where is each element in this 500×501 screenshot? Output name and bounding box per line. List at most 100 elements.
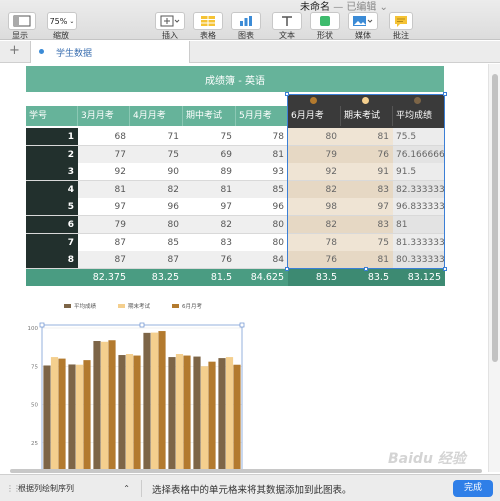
- table-cell[interactable]: 90: [130, 163, 183, 182]
- column-header[interactable]: 期末考试: [341, 106, 393, 126]
- selection-handle[interactable]: [285, 267, 289, 271]
- selection-handle[interactable]: [364, 267, 368, 271]
- bar[interactable]: [225, 357, 234, 472]
- table-cell[interactable]: 91: [341, 163, 393, 182]
- table-cell[interactable]: 4: [26, 180, 78, 199]
- table-cell[interactable]: 83: [341, 180, 393, 199]
- footer-cell[interactable]: 83.25: [130, 269, 183, 286]
- table-cell[interactable]: 81: [393, 216, 445, 234]
- chart-button[interactable]: [231, 12, 261, 30]
- table-cell[interactable]: 78: [288, 233, 341, 252]
- table-button[interactable]: [193, 12, 223, 30]
- table-cell[interactable]: 76.1666666: [393, 145, 445, 164]
- bar[interactable]: [218, 358, 226, 472]
- table-cell[interactable]: 97: [341, 198, 393, 217]
- table-cell[interactable]: 82: [130, 180, 183, 199]
- bar-chart[interactable]: 平均成绩期末考试6月月考025507510012345678: [0, 294, 488, 472]
- bar[interactable]: [175, 354, 184, 472]
- column-header[interactable]: 学号: [26, 106, 78, 126]
- column-header[interactable]: 期中考试: [183, 106, 236, 126]
- column-header[interactable]: 5月月考: [236, 106, 288, 126]
- bar[interactable]: [133, 355, 141, 472]
- chart-resize-handle[interactable]: [239, 322, 245, 328]
- table-cell[interactable]: 75: [341, 233, 393, 252]
- column-handle-icon[interactable]: [414, 97, 421, 104]
- bar[interactable]: [143, 332, 151, 472]
- table-cell[interactable]: 80.3333333: [393, 251, 445, 270]
- bar[interactable]: [183, 355, 191, 472]
- table-cell[interactable]: 92: [288, 163, 341, 182]
- table-cell[interactable]: 78: [236, 128, 288, 146]
- table-cell[interactable]: 87: [78, 233, 130, 252]
- table-cell[interactable]: 76: [288, 251, 341, 270]
- bar[interactable]: [193, 356, 201, 472]
- table-cell[interactable]: 89: [183, 163, 236, 182]
- bar[interactable]: [50, 357, 59, 472]
- media-button[interactable]: [348, 12, 378, 30]
- table-cell[interactable]: 82: [288, 180, 341, 199]
- table-cell[interactable]: 80: [236, 233, 288, 252]
- column-handle-icon[interactable]: [310, 97, 317, 104]
- table-cell[interactable]: 77: [78, 145, 130, 164]
- table-cell[interactable]: 87: [130, 251, 183, 270]
- footer-cell[interactable]: 81.5: [183, 269, 236, 286]
- bar[interactable]: [168, 357, 176, 472]
- add-sheet-button[interactable]: +: [9, 44, 20, 58]
- view-button[interactable]: [8, 12, 36, 30]
- bar[interactable]: [208, 361, 216, 472]
- bar[interactable]: [125, 354, 134, 472]
- table-cell[interactable]: 71: [130, 128, 183, 146]
- table-cell[interactable]: 82: [183, 216, 236, 234]
- column-header[interactable]: 平均成绩: [393, 106, 445, 126]
- text-button[interactable]: [272, 12, 302, 30]
- table-cell[interactable]: 96: [130, 198, 183, 217]
- table-cell[interactable]: 3: [26, 163, 78, 182]
- table-cell[interactable]: 69: [183, 145, 236, 164]
- chart-resize-handle[interactable]: [39, 322, 45, 328]
- footer-cell[interactable]: 83.5: [341, 269, 393, 286]
- footer-cell[interactable]: 82.375: [78, 269, 130, 286]
- bar[interactable]: [83, 360, 91, 472]
- selection-handle[interactable]: [443, 267, 447, 271]
- column-header[interactable]: 4月月考: [130, 106, 183, 126]
- table-cell[interactable]: 87: [78, 251, 130, 270]
- bar[interactable]: [100, 341, 109, 472]
- table-cell[interactable]: 75: [130, 145, 183, 164]
- shape-button[interactable]: [310, 12, 340, 30]
- column-handle-icon[interactable]: [362, 97, 369, 104]
- table-cell[interactable]: 6: [26, 216, 78, 234]
- table-cell[interactable]: 96: [236, 198, 288, 217]
- footer-cell[interactable]: 83.125: [393, 269, 445, 286]
- column-header[interactable]: 6月月考: [288, 106, 341, 126]
- table-cell[interactable]: 68: [78, 128, 130, 146]
- table-cell[interactable]: 84: [236, 251, 288, 270]
- bar[interactable]: [68, 364, 76, 472]
- table-title[interactable]: 成绩簿 - 英语: [26, 66, 444, 92]
- table-cell[interactable]: 2: [26, 145, 78, 164]
- bar[interactable]: [150, 332, 159, 472]
- bar[interactable]: [200, 366, 209, 472]
- horizontal-scrollbar-thumb[interactable]: [10, 469, 482, 473]
- table-cell[interactable]: 82.3333333: [393, 180, 445, 199]
- table-cell[interactable]: 79: [288, 145, 341, 164]
- tab-student-data[interactable]: 学生数据: [30, 41, 190, 63]
- table-cell[interactable]: 80: [288, 128, 341, 146]
- table-cell[interactable]: 85: [236, 180, 288, 199]
- bar[interactable]: [93, 341, 101, 472]
- table-cell[interactable]: 81: [236, 145, 288, 164]
- table-cell[interactable]: 83: [341, 216, 393, 234]
- table-cell[interactable]: 82: [288, 216, 341, 234]
- table-cell[interactable]: 80: [130, 216, 183, 234]
- table-cell[interactable]: 85: [130, 233, 183, 252]
- table-cell[interactable]: 7: [26, 233, 78, 252]
- footer-cell[interactable]: 83.5: [288, 269, 341, 286]
- table-cell[interactable]: 76: [183, 251, 236, 270]
- table-cell[interactable]: 96.8333333: [393, 198, 445, 217]
- table-cell[interactable]: 97: [78, 198, 130, 217]
- table-cell[interactable]: 75.5: [393, 128, 445, 146]
- bar[interactable]: [43, 365, 51, 472]
- table-cell[interactable]: 92: [78, 163, 130, 182]
- table-cell[interactable]: 79: [78, 216, 130, 234]
- table-cell[interactable]: 5: [26, 198, 78, 217]
- table-cell[interactable]: 8: [26, 251, 78, 270]
